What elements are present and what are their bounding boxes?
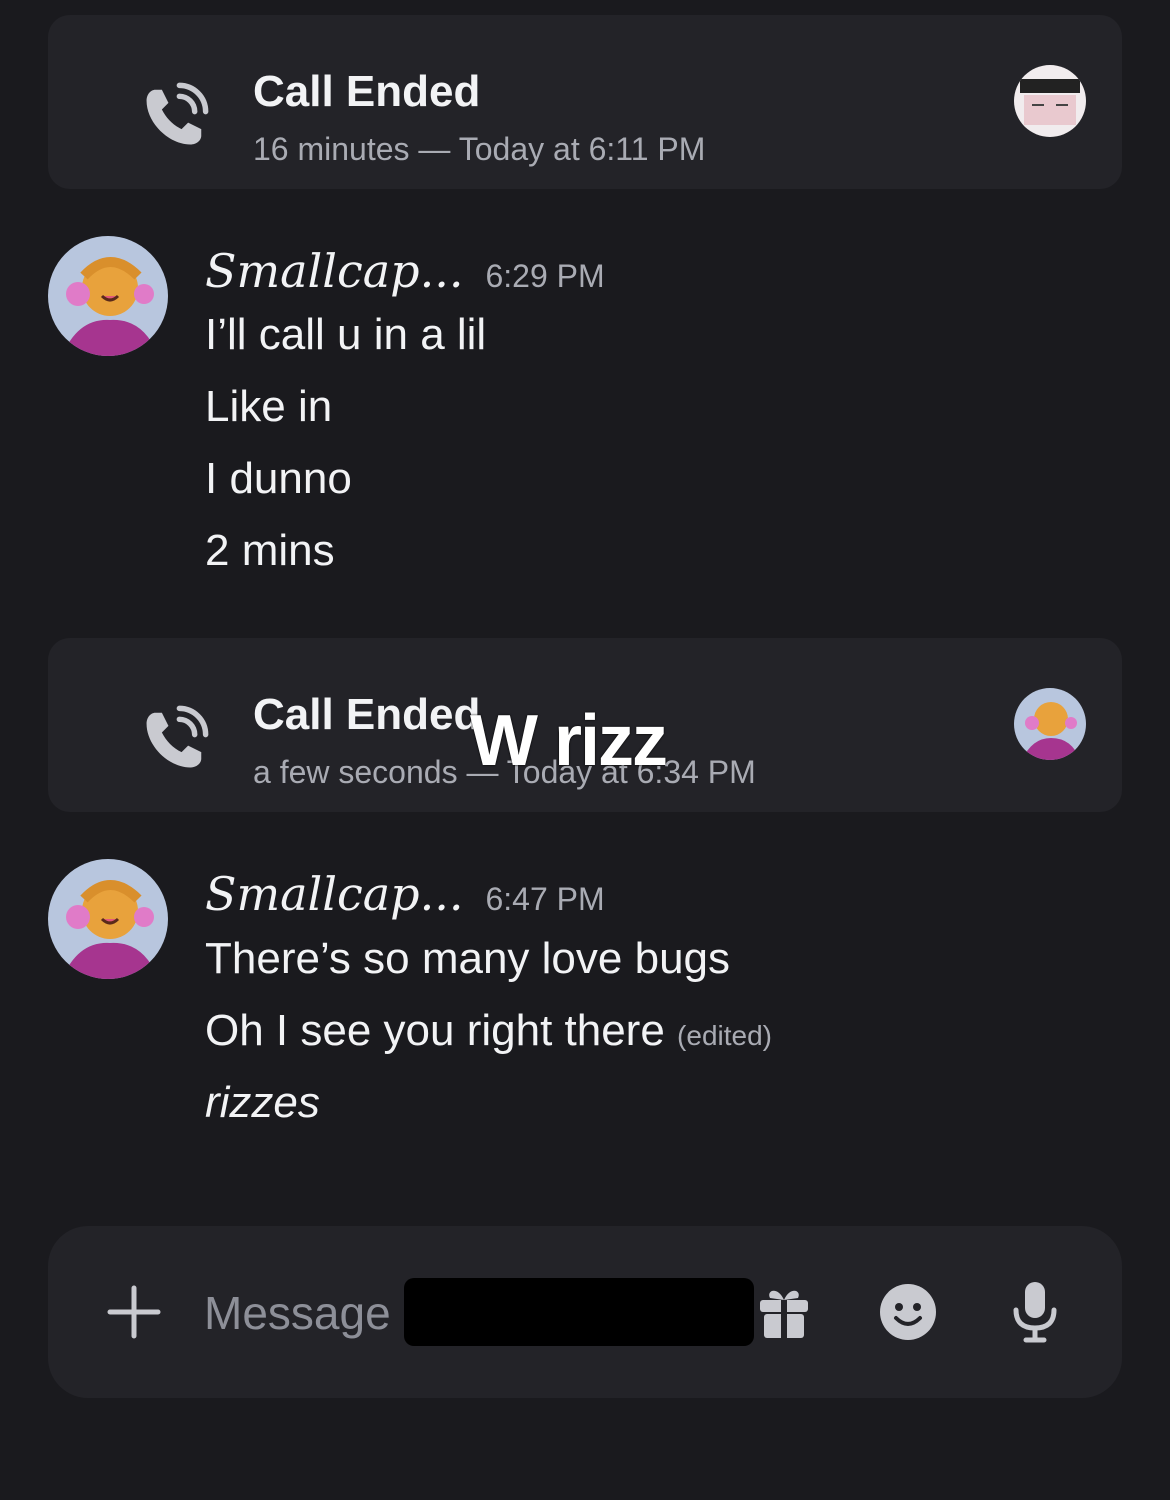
timestamp: 6:47 PM bbox=[485, 881, 605, 917]
message-text[interactable]: rizzes bbox=[205, 1078, 320, 1128]
message-text[interactable]: I’ll call u in a lil bbox=[205, 310, 486, 360]
edited-label: (edited) bbox=[677, 1020, 772, 1051]
microphone-icon[interactable] bbox=[1008, 1280, 1062, 1344]
user-avatar[interactable] bbox=[48, 859, 168, 979]
participant-avatar[interactable] bbox=[1014, 688, 1086, 760]
message-text[interactable]: I dunno bbox=[205, 454, 352, 504]
gift-icon[interactable] bbox=[756, 1282, 812, 1342]
plus-icon[interactable] bbox=[106, 1284, 162, 1340]
message-text[interactable]: 2 mins bbox=[205, 526, 335, 576]
username[interactable]: Smallcap... bbox=[205, 867, 463, 921]
message-text-edited[interactable]: Oh I see you right there (edited) bbox=[205, 1006, 772, 1056]
message-composer: Message @ bbox=[48, 1226, 1122, 1398]
message-header: Smallcap... 6:29 PM bbox=[205, 244, 605, 298]
call-title: Call Ended bbox=[253, 67, 481, 116]
call-subtitle: 16 minutes — Today at 6:11 PM bbox=[253, 131, 706, 167]
username[interactable]: Smallcap... bbox=[205, 244, 463, 298]
user-avatar[interactable] bbox=[48, 236, 168, 356]
call-title: Call Ended bbox=[253, 690, 481, 739]
call-ended-card: Call Ended 16 minutes — Today at 6:11 PM bbox=[48, 15, 1122, 189]
timestamp: 6:29 PM bbox=[485, 258, 605, 294]
phone-icon bbox=[146, 82, 209, 145]
message-header: Smallcap... 6:47 PM bbox=[205, 867, 605, 921]
participant-avatar[interactable] bbox=[1014, 65, 1086, 137]
message-text[interactable]: Like in bbox=[205, 382, 332, 432]
phone-icon bbox=[146, 705, 209, 768]
message-text[interactable]: There’s so many love bugs bbox=[205, 934, 730, 984]
redaction-bar bbox=[404, 1278, 754, 1346]
message-text: Oh I see you right there bbox=[205, 1006, 665, 1055]
overlay-caption: W rizz bbox=[470, 701, 668, 781]
emoji-icon[interactable] bbox=[878, 1282, 938, 1342]
